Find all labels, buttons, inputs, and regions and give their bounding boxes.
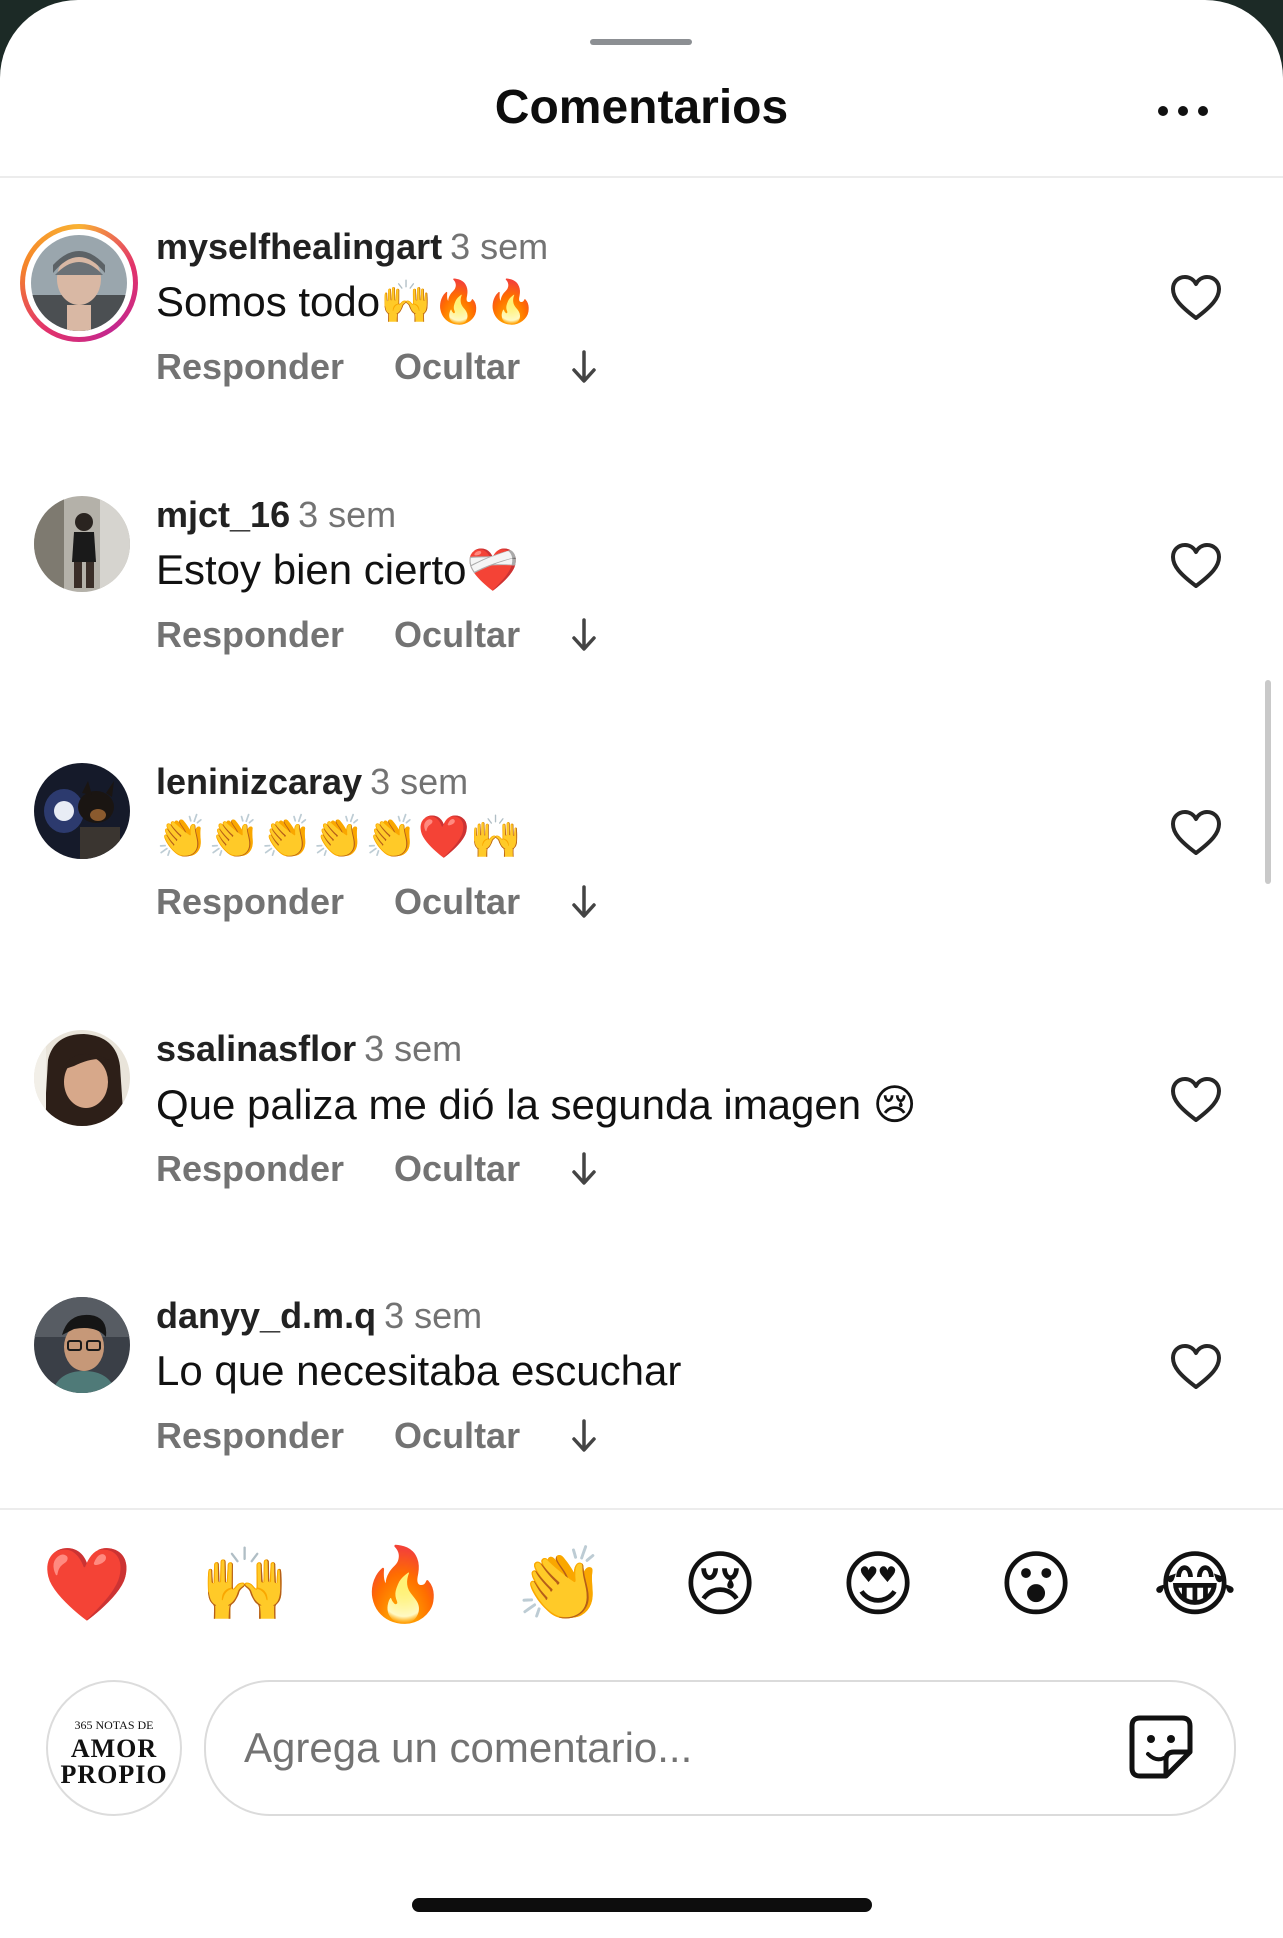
reply-button[interactable]: Responder bbox=[156, 614, 344, 656]
heart-icon[interactable] bbox=[1170, 274, 1222, 322]
hide-button[interactable]: Ocultar bbox=[394, 1148, 520, 1190]
reaction-crying-face[interactable]: 😢 bbox=[675, 1540, 765, 1630]
username[interactable]: myselfhealingart bbox=[156, 226, 442, 267]
avatar[interactable] bbox=[31, 235, 127, 331]
hide-button[interactable]: Ocultar bbox=[394, 881, 520, 923]
comment-meta: danyy_d.m.q 3 sem bbox=[156, 1295, 482, 1337]
header-divider bbox=[0, 176, 1283, 178]
sticker-icon[interactable] bbox=[1126, 1712, 1196, 1782]
comment-actions: Responder Ocultar bbox=[156, 346, 598, 388]
timestamp: 3 sem bbox=[450, 226, 549, 267]
comment-item: myselfhealingart 3 sem Somos todo🙌🔥🔥 Resp… bbox=[0, 224, 1283, 466]
reply-button[interactable]: Responder bbox=[156, 1148, 344, 1190]
arrow-down-icon[interactable] bbox=[570, 616, 598, 654]
avatar-logo-text: 365 NOTAS DE bbox=[74, 1718, 154, 1732]
comment-meta: myselfhealingart 3 sem bbox=[156, 226, 548, 268]
heart-icon[interactable] bbox=[1170, 809, 1222, 857]
comment-text: Estoy bien cierto❤️‍🩹 bbox=[156, 546, 519, 593]
avatar[interactable] bbox=[34, 1297, 130, 1393]
avatar-logo-text: PROPIO bbox=[60, 1760, 168, 1789]
comment-input-container bbox=[204, 1680, 1236, 1816]
reaction-raised-hands[interactable]: 🙌 bbox=[200, 1540, 290, 1630]
comment-item: ssalinasflor 3 sem Que paliza me dió la s… bbox=[0, 1028, 1283, 1268]
home-indicator[interactable] bbox=[412, 1898, 872, 1912]
reaction-clapping-hands[interactable]: 👏 bbox=[516, 1540, 606, 1630]
heart-icon[interactable] bbox=[1170, 1076, 1222, 1124]
reaction-heart[interactable]: ❤️ bbox=[42, 1540, 132, 1630]
arrow-down-icon[interactable] bbox=[570, 1150, 598, 1188]
comment-actions: Responder Ocultar bbox=[156, 1415, 598, 1457]
more-options-icon[interactable] bbox=[1158, 96, 1218, 126]
comments-sheet: Comentarios myselfhealingart 3 sem Somos … bbox=[0, 0, 1283, 1938]
arrow-down-icon[interactable] bbox=[570, 348, 598, 386]
current-user-avatar[interactable]: 365 NOTAS DE AMOR PROPIO bbox=[46, 1680, 182, 1816]
reaction-fire[interactable]: 🔥 bbox=[358, 1540, 448, 1630]
hide-button[interactable]: Ocultar bbox=[394, 1415, 520, 1457]
timestamp: 3 sem bbox=[364, 1028, 463, 1069]
hide-button[interactable]: Ocultar bbox=[394, 346, 520, 388]
arrow-down-icon[interactable] bbox=[570, 883, 598, 921]
comment-actions: Responder Ocultar bbox=[156, 881, 598, 923]
story-ring[interactable] bbox=[20, 224, 138, 342]
username[interactable]: ssalinasflor bbox=[156, 1028, 356, 1069]
comment-item: mjct_16 3 sem Estoy bien cierto❤️‍🩹 Respo… bbox=[0, 494, 1283, 734]
reaction-surprised-face[interactable]: 😮 bbox=[991, 1540, 1081, 1630]
quick-reactions-bar: ❤️ 🙌 🔥 👏 😢 😍 😮 😂 bbox=[0, 1540, 1283, 1660]
timestamp: 3 sem bbox=[384, 1295, 483, 1336]
comment-text: Que paliza me dió la segunda imagen 😢 bbox=[156, 1081, 917, 1128]
page-title: Comentarios bbox=[494, 81, 789, 134]
composer-divider bbox=[0, 1508, 1283, 1510]
comment-item: danyy_d.m.q 3 sem Lo que necesitaba escuc… bbox=[0, 1295, 1283, 1535]
reply-button[interactable]: Responder bbox=[156, 881, 344, 923]
comment-text: Lo que necesitaba escuchar bbox=[156, 1347, 682, 1394]
comment-meta: mjct_16 3 sem bbox=[156, 494, 396, 536]
scrollbar[interactable] bbox=[1265, 680, 1271, 884]
reaction-heart-eyes[interactable]: 😍 bbox=[833, 1540, 923, 1630]
username[interactable]: leninizcaray bbox=[156, 761, 362, 802]
avatar[interactable] bbox=[34, 1030, 130, 1126]
avatar[interactable] bbox=[34, 763, 130, 859]
comment-text: 👏👏👏👏👏❤️🙌 bbox=[156, 813, 523, 860]
reply-button[interactable]: Responder bbox=[156, 346, 344, 388]
comment-text: Somos todo🙌🔥🔥 bbox=[156, 278, 538, 325]
comment-meta: leninizcaray 3 sem bbox=[156, 761, 468, 803]
reaction-laughing-face[interactable]: 😂 bbox=[1150, 1540, 1240, 1630]
username[interactable]: danyy_d.m.q bbox=[156, 1295, 376, 1336]
comment-item: leninizcaray 3 sem 👏👏👏👏👏❤️🙌 Responder Ocu… bbox=[0, 761, 1283, 1001]
heart-icon[interactable] bbox=[1170, 1343, 1222, 1391]
timestamp: 3 sem bbox=[298, 494, 397, 535]
timestamp: 3 sem bbox=[370, 761, 469, 802]
username[interactable]: mjct_16 bbox=[156, 494, 290, 535]
comment-input[interactable] bbox=[242, 1712, 1046, 1784]
reply-button[interactable]: Responder bbox=[156, 1415, 344, 1457]
avatar[interactable] bbox=[34, 496, 130, 592]
arrow-down-icon[interactable] bbox=[570, 1417, 598, 1455]
comment-meta: ssalinasflor 3 sem bbox=[156, 1028, 462, 1070]
heart-icon[interactable] bbox=[1170, 542, 1222, 590]
hide-button[interactable]: Ocultar bbox=[394, 614, 520, 656]
comment-actions: Responder Ocultar bbox=[156, 1148, 598, 1190]
comment-actions: Responder Ocultar bbox=[156, 614, 598, 656]
sheet-grabber[interactable] bbox=[590, 39, 692, 45]
